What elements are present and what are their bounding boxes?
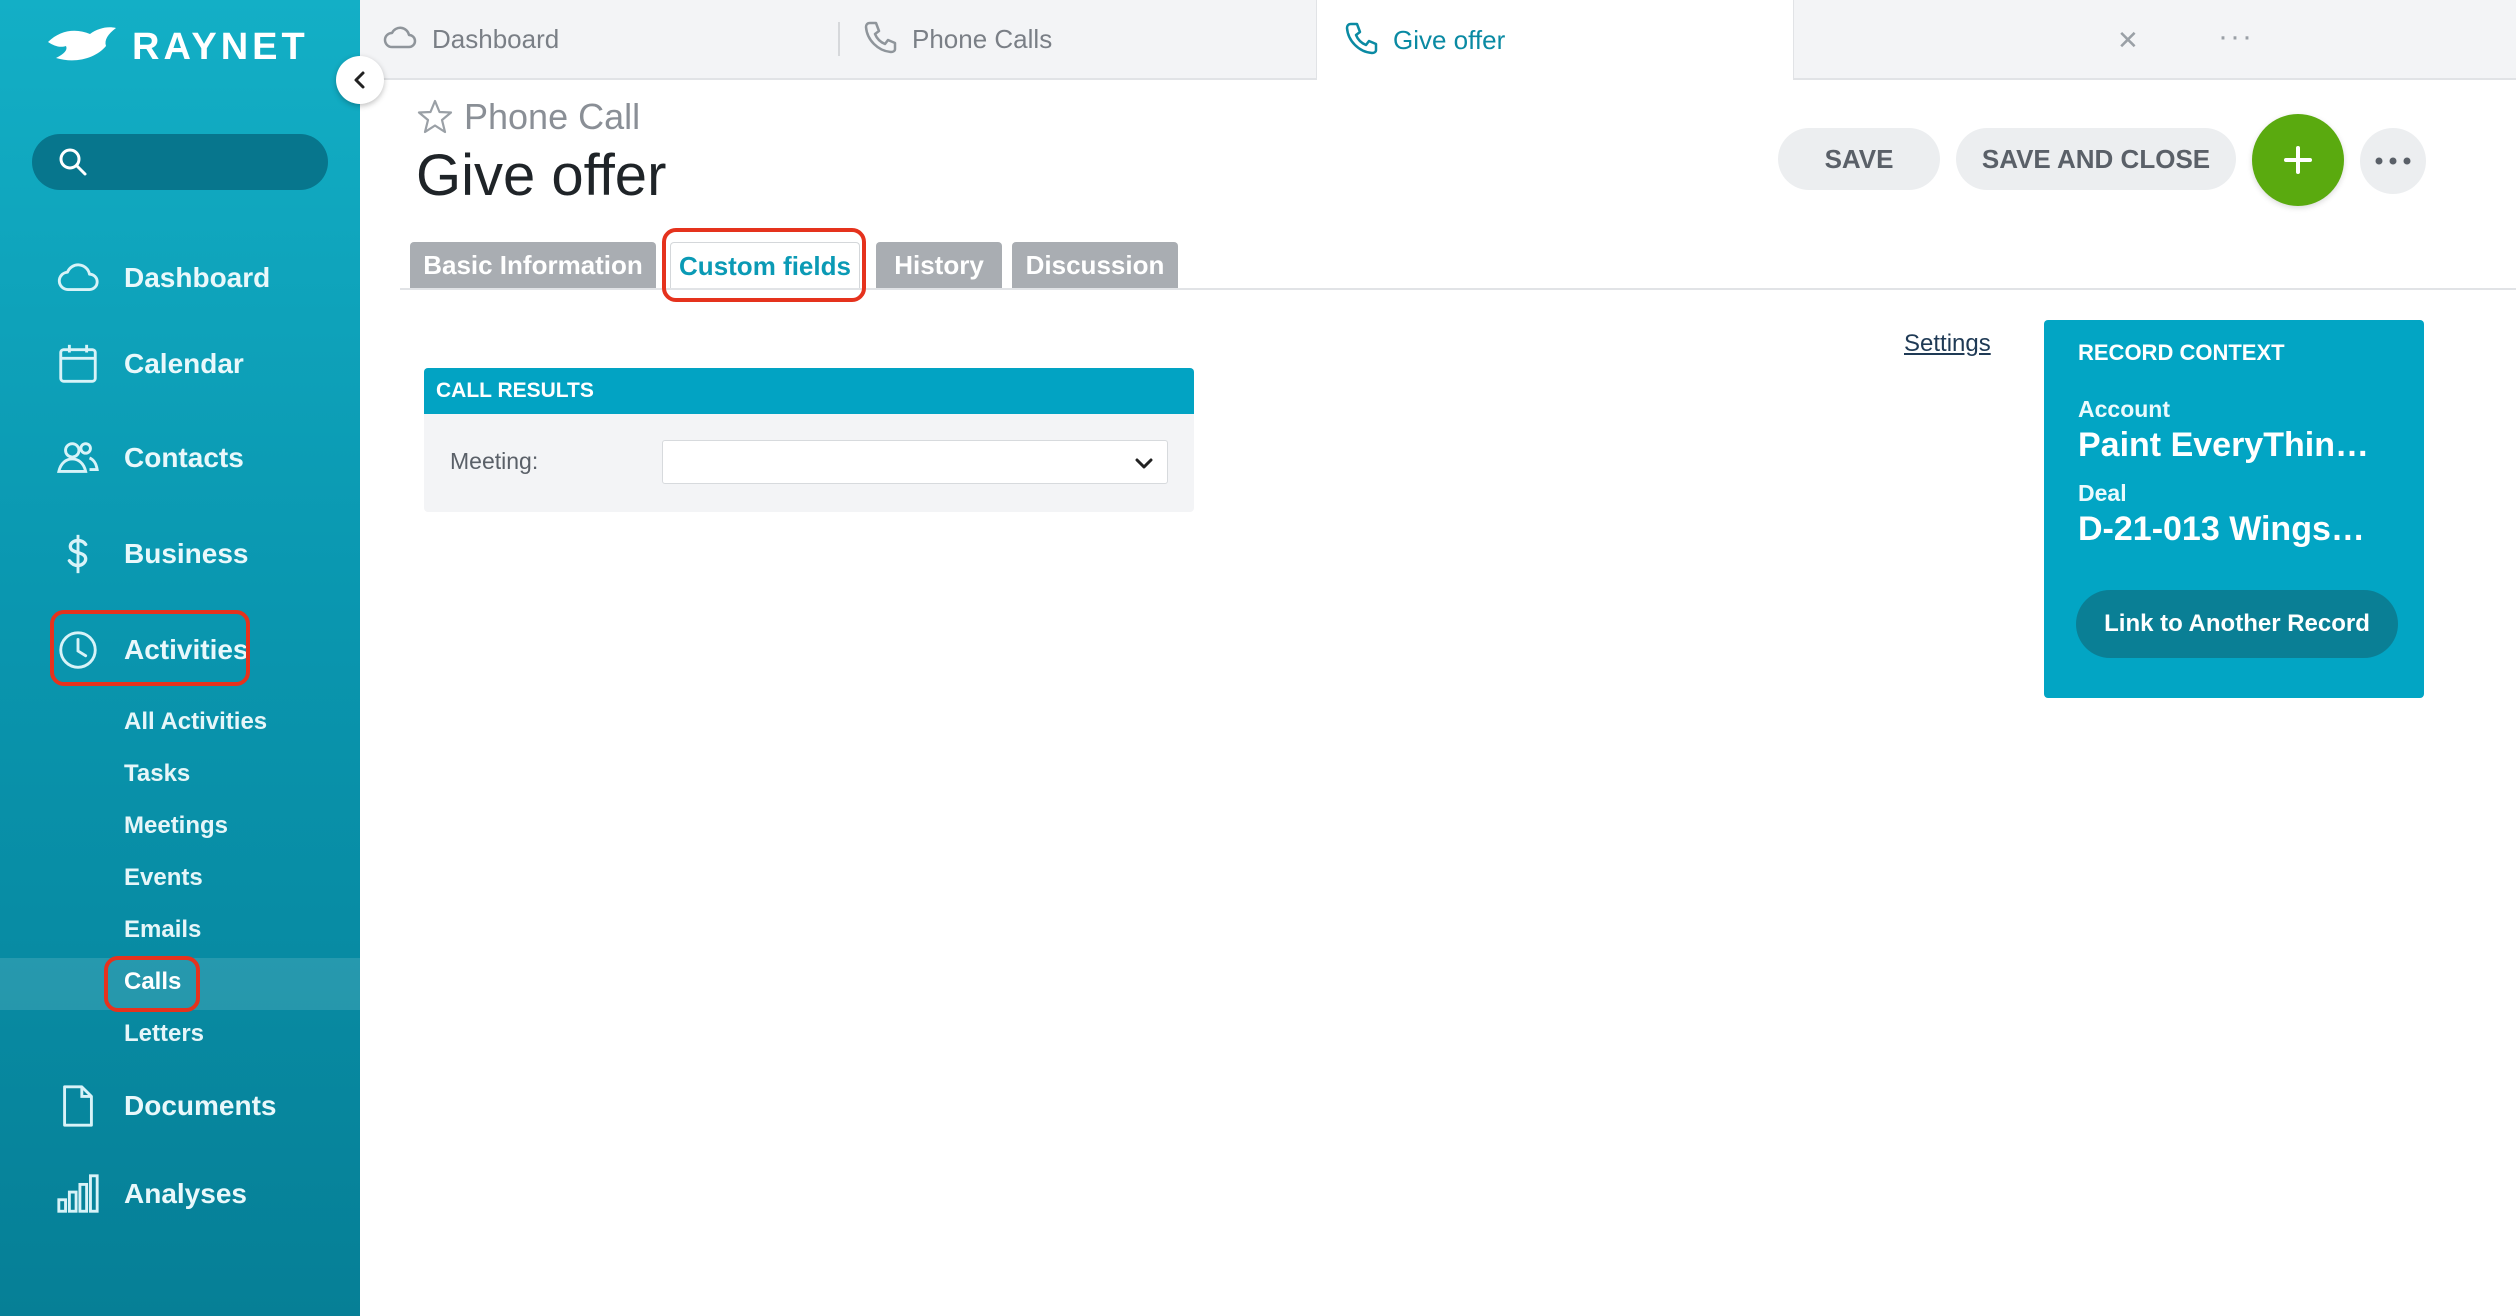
sidebar-item-label: Analyses bbox=[124, 1178, 247, 1209]
save-button[interactable]: SAVE bbox=[1778, 128, 1940, 190]
deal-label: Deal bbox=[2078, 480, 2127, 506]
contacts-icon bbox=[54, 434, 102, 482]
save-and-close-button[interactable]: SAVE AND CLOSE bbox=[1956, 128, 2236, 190]
sidebar-sub-meetings[interactable]: Meetings bbox=[124, 812, 228, 840]
sidebar-item-label: Business bbox=[124, 538, 249, 569]
deal-link[interactable]: D-21-013 Wingsuit… bbox=[2078, 510, 2378, 549]
sidebar-sub-emails[interactable]: Emails bbox=[124, 916, 201, 944]
logo[interactable]: RAYNET bbox=[46, 24, 309, 70]
record-type: Phone Call bbox=[416, 96, 640, 138]
sidebar-item-contacts[interactable]: Contacts bbox=[0, 422, 360, 494]
settings-link[interactable]: Settings bbox=[1904, 330, 1991, 358]
sidebar-item-dashboard[interactable]: Dashboard bbox=[0, 242, 360, 314]
phone-icon bbox=[1343, 20, 1379, 61]
plus-icon bbox=[2284, 146, 2312, 174]
tab-label: Dashboard bbox=[432, 23, 560, 54]
search-icon bbox=[59, 148, 87, 176]
tab-bar: Dashboard Phone Calls ✕ Give offer ✕ ··· bbox=[360, 0, 2516, 80]
more-options-button[interactable] bbox=[2360, 128, 2426, 194]
tab-basic-information[interactable]: Basic Information bbox=[410, 242, 656, 288]
close-icon[interactable]: ✕ bbox=[2117, 25, 2139, 56]
sidebar-item-label: Dashboard bbox=[124, 262, 271, 293]
account-link[interactable]: Paint EveryThin… bbox=[2078, 426, 2378, 465]
raynet-logo-icon bbox=[48, 27, 116, 61]
brand-name: RAYNET bbox=[132, 25, 309, 68]
document-icon bbox=[54, 1082, 102, 1130]
tab-separator bbox=[838, 22, 840, 56]
tab-label: Give offer bbox=[1393, 24, 1506, 55]
more-tabs-icon[interactable]: ··· bbox=[2218, 20, 2254, 54]
tab-dashboard[interactable]: Dashboard bbox=[382, 0, 842, 78]
highlight-activities bbox=[50, 610, 250, 686]
call-results-panel: CALL RESULTS Meeting: bbox=[424, 368, 1194, 512]
sidebar-item-business[interactable]: Business bbox=[0, 518, 360, 590]
sidebar-sub-all-activities[interactable]: All Activities bbox=[124, 708, 267, 736]
call-results-heading: CALL RESULTS bbox=[424, 368, 1194, 414]
account-label: Account bbox=[2078, 396, 2170, 422]
bar-chart-icon bbox=[54, 1170, 102, 1218]
link-to-another-record-button[interactable]: Link to Another Record bbox=[2076, 590, 2398, 658]
sidebar: RAYNET Dashboard Calendar Contacts Busin… bbox=[0, 0, 360, 1316]
cloud-icon bbox=[382, 19, 418, 60]
tab-label: Phone Calls bbox=[912, 23, 1053, 54]
tab-discussion[interactable]: Discussion bbox=[1012, 242, 1178, 288]
sidebar-item-calendar[interactable]: Calendar bbox=[0, 328, 360, 400]
sidebar-sub-letters[interactable]: Letters bbox=[124, 1020, 204, 1048]
sidebar-item-label: Documents bbox=[124, 1090, 277, 1121]
tab-history[interactable]: History bbox=[876, 242, 1002, 288]
search-input[interactable] bbox=[100, 147, 324, 177]
highlight-calls bbox=[104, 956, 200, 1012]
page-title: Give offer bbox=[416, 143, 667, 208]
sidebar-search[interactable] bbox=[32, 134, 328, 190]
highlight-custom-fields bbox=[662, 228, 866, 302]
sidebar-item-label: Calendar bbox=[124, 348, 244, 379]
meeting-label: Meeting: bbox=[450, 448, 539, 474]
sidebar-sub-tasks[interactable]: Tasks bbox=[124, 760, 190, 788]
sidebar-item-analyses[interactable]: Analyses bbox=[0, 1158, 360, 1230]
add-button[interactable] bbox=[2252, 114, 2344, 206]
meeting-select[interactable] bbox=[662, 440, 1168, 484]
dollar-icon bbox=[54, 530, 102, 578]
chevron-left-icon bbox=[354, 71, 365, 89]
record-context-heading: RECORD CONTEXT bbox=[2078, 340, 2285, 365]
star-icon[interactable] bbox=[416, 98, 454, 136]
tab-give-offer[interactable]: Give offer ✕ bbox=[1316, 0, 2139, 80]
record-type-label: Phone Call bbox=[464, 96, 641, 137]
sidebar-item-label: Contacts bbox=[124, 442, 244, 473]
collapse-sidebar-button[interactable] bbox=[336, 56, 384, 104]
ellipsis-icon bbox=[2375, 157, 2411, 165]
chevron-down-icon bbox=[1135, 458, 1153, 469]
record-context-panel: RECORD CONTEXT Account Paint EveryThin… … bbox=[2044, 320, 2424, 698]
cloud-icon bbox=[54, 254, 102, 302]
calendar-icon bbox=[54, 340, 102, 388]
sidebar-item-documents[interactable]: Documents bbox=[0, 1070, 360, 1142]
sidebar-sub-events[interactable]: Events bbox=[124, 864, 203, 892]
phone-icon bbox=[862, 19, 898, 60]
